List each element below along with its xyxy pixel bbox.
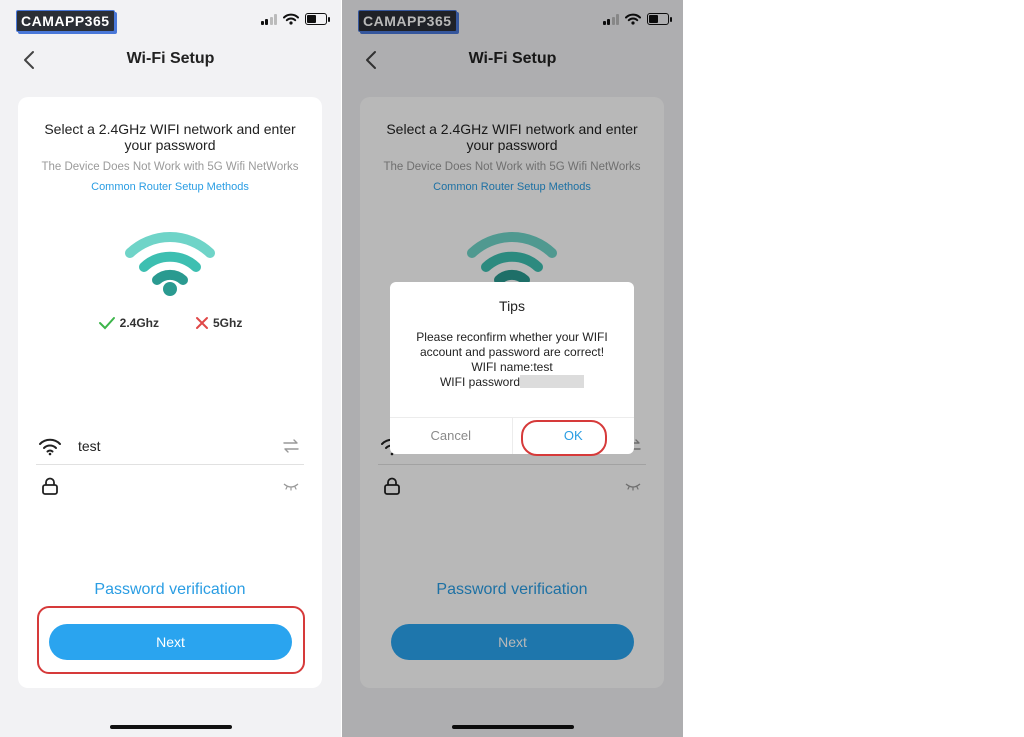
band-unsupported-label: 5Ghz	[213, 316, 243, 330]
eye-closed-icon[interactable]	[282, 479, 300, 493]
password-field[interactable]	[36, 468, 304, 504]
home-indicator	[110, 725, 232, 729]
cross-icon	[196, 317, 208, 329]
status-bar	[260, 13, 330, 25]
dialog-wifi-password-label: WIFI password	[439, 375, 520, 389]
password-verification-link[interactable]: Password verification	[18, 581, 322, 599]
wifi-icon	[39, 438, 61, 456]
page-title: Wi-Fi Setup	[126, 50, 215, 67]
wifi-signal-icon	[125, 232, 215, 296]
next-button-highlight	[37, 606, 305, 674]
5g-warning-text: The Device Does Not Work with 5G Wifi Ne…	[41, 161, 299, 173]
ssid-value[interactable]: test	[78, 438, 282, 454]
password-mask	[520, 375, 584, 388]
setup-card: Select a 2.4GHz WIFI network and enter y…	[18, 97, 322, 688]
cellular-signal-icon	[260, 13, 277, 25]
wifi-status-icon	[283, 13, 299, 25]
check-icon	[98, 317, 115, 330]
router-setup-link[interactable]: Common Router Setup Methods	[18, 181, 322, 193]
swap-icon[interactable]	[282, 439, 300, 453]
dialog-title: Tips	[499, 298, 525, 314]
cancel-button[interactable]: Cancel	[390, 418, 513, 454]
band-compatibility: 2.4Ghz 5Ghz	[18, 316, 322, 330]
ok-button-highlight	[521, 420, 607, 456]
brand-watermark: CAMAPP365	[16, 10, 115, 32]
dialog-wifi-password-line: WIFI password	[404, 375, 620, 390]
ssid-field[interactable]: test	[36, 428, 304, 465]
dialog-message: Please reconfirm whether your WIFI accou…	[416, 330, 608, 359]
band-supported-label: 2.4Ghz	[119, 316, 159, 330]
instruction-headline: Select a 2.4GHz WIFI network and enter y…	[44, 121, 296, 153]
dialog-body: Please reconfirm whether your WIFI accou…	[404, 330, 620, 390]
lock-icon	[42, 477, 58, 495]
band-unsupported: 5Ghz	[195, 316, 242, 330]
band-supported: 2.4Ghz	[98, 316, 159, 330]
dialog-wifi-name: WIFI name:test	[471, 360, 553, 374]
battery-icon	[305, 13, 330, 25]
phone-screen-right: CAMAPP365 Wi-Fi Setup Select a 2.4GHz WI…	[342, 0, 683, 737]
